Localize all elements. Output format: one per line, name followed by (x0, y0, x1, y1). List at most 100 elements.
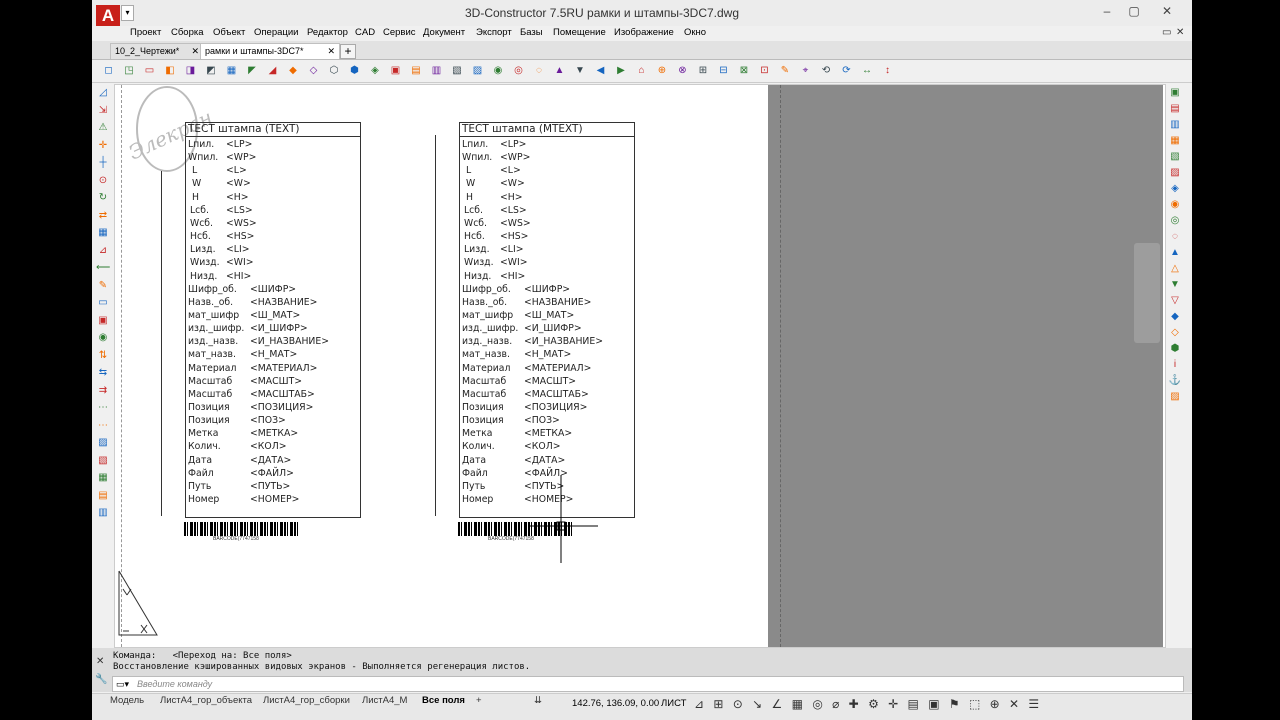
menu-item-assembly[interactable]: Сборка (171, 26, 204, 40)
stamp-text[interactable]: ТЕСТ штампа (TEXT) Lпил. <LP> Wпил. <WP> L <L… (185, 122, 361, 518)
left-tool-button[interactable]: ⇄ (96, 209, 110, 223)
toolbar-button[interactable]: ◢ (266, 64, 279, 77)
toolbar-button[interactable]: ◧ (164, 64, 177, 77)
right-tool-button[interactable]: ⚓ (1168, 374, 1182, 388)
menu-item-project[interactable]: Проект (130, 26, 161, 40)
menu-item-service[interactable]: Сервис (383, 26, 416, 40)
left-tool-button[interactable]: ⚠ (96, 121, 110, 135)
toolbar-button[interactable]: ⊗ (676, 64, 689, 77)
left-tool-button[interactable]: ⇅ (96, 349, 110, 363)
toolbar-button[interactable]: ▭ (143, 64, 156, 77)
toolbar-button[interactable]: ◈ (369, 64, 382, 77)
menu-item-image[interactable]: Изображение (614, 26, 674, 40)
layout-overflow-icon[interactable]: ⇊ (534, 694, 542, 708)
command-input[interactable]: ▭▾ Введите команду (112, 676, 1184, 692)
right-tool-button[interactable]: ▥ (1168, 118, 1182, 132)
right-tool-button[interactable]: ◆ (1168, 310, 1182, 324)
close-doc-icon[interactable]: ✕ (1176, 26, 1184, 40)
menu-item-databases[interactable]: Базы (520, 26, 543, 40)
layout-tab-a4-m[interactable]: ЛистА4_М (362, 694, 407, 708)
left-tool-button[interactable]: ▧ (96, 454, 110, 468)
toolbar-button[interactable]: ▲ (553, 64, 566, 77)
left-tool-button[interactable]: ▤ (96, 489, 110, 503)
left-tool-button[interactable]: ✛ (96, 139, 110, 153)
left-tool-button[interactable]: ⟵ (96, 261, 110, 275)
status-toggle-icons[interactable]: ⊿ ⊞ ⊙ ↘ ∠ ▦ ◎ ⌀ ✚ ⚙ ✛ ▤ ▣ ⚑ ⬚ ⊕ ✕ ☰ (694, 697, 1042, 711)
right-tool-button[interactable]: ▲ (1168, 246, 1182, 260)
right-tool-button[interactable]: ▧ (1168, 150, 1182, 164)
tab-close-icon[interactable]: ✕ (191, 44, 199, 59)
wrench-icon[interactable]: 🔧 (95, 674, 107, 685)
right-tool-button[interactable]: ◌ (1168, 230, 1182, 244)
menu-item-room[interactable]: Помещение (553, 26, 606, 40)
menu-item-operations[interactable]: Операции (254, 26, 298, 40)
menu-item-object[interactable]: Объект (213, 26, 245, 40)
layout-tab-a4-object[interactable]: ЛистА4_гор_объекта (160, 694, 252, 708)
toolbar-button[interactable]: ⊠ (738, 64, 751, 77)
toolbar-button[interactable]: ◩ (205, 64, 218, 77)
toolbar-button[interactable]: ⟳ (840, 64, 853, 77)
toolbar-button[interactable]: ◤ (246, 64, 259, 77)
toolbar-button[interactable]: ◀ (594, 64, 607, 77)
toolbar-button[interactable]: ⟲ (820, 64, 833, 77)
app-logo-icon[interactable]: A (96, 5, 120, 26)
toolbar-button[interactable]: ◇ (307, 64, 320, 77)
right-tool-button[interactable]: ▨ (1168, 166, 1182, 180)
toolbar-button[interactable]: ⊡ (758, 64, 771, 77)
stamp-mtext[interactable]: ТЕСТ штампа (MTEXT) Lпил. <LP> Wпил. <WP> L <… (459, 122, 635, 518)
toolbar-button[interactable]: ◻ (102, 64, 115, 77)
right-tool-button[interactable]: ▤ (1168, 102, 1182, 116)
add-layout-button[interactable]: + (476, 694, 482, 708)
toolbar-button[interactable]: ⌖ (799, 64, 812, 77)
toolbar-button[interactable]: ⬢ (348, 64, 361, 77)
right-tool-button[interactable]: ◈ (1168, 182, 1182, 196)
toolbar-button[interactable]: ▣ (389, 64, 402, 77)
menu-item-editor[interactable]: Редактор (307, 26, 348, 40)
navigation-bar[interactable] (1134, 243, 1160, 343)
toolbar-button[interactable]: ⊕ (656, 64, 669, 77)
toolbar-button[interactable]: ↕ (881, 64, 894, 77)
left-tool-button[interactable]: ⇲ (96, 104, 110, 118)
left-tool-button[interactable]: ↻ (96, 191, 110, 205)
left-tool-button[interactable]: ⇉ (96, 384, 110, 398)
toolbar-button[interactable]: ◨ (184, 64, 197, 77)
toolbar-button[interactable]: ◌ (533, 64, 546, 77)
tab-drawings[interactable]: 10_2_Чертежи* ✕ (110, 43, 204, 59)
menu-item-export[interactable]: Экспорт (476, 26, 512, 40)
menu-item-cad[interactable]: CAD (355, 26, 375, 40)
left-tool-button[interactable]: ▣ (96, 314, 110, 328)
toolbar-button[interactable]: ▶ (615, 64, 628, 77)
left-tool-button[interactable]: ⇆ (96, 366, 110, 380)
left-tool-button[interactable]: ⊿ (96, 244, 110, 258)
toolbar-button[interactable]: ⊟ (717, 64, 730, 77)
layout-tab-a4-assembly[interactable]: ЛистА4_гор_сборки (263, 694, 350, 708)
toolbar-button[interactable]: ▤ (410, 64, 423, 77)
toolbar-button[interactable]: ⌂ (635, 64, 648, 77)
maximize-icon[interactable]: ▢ (1122, 3, 1146, 19)
right-tool-button[interactable]: i (1168, 358, 1182, 372)
toolbar-button[interactable]: ✎ (779, 64, 792, 77)
right-tool-button[interactable]: △ (1168, 262, 1182, 276)
drawing-canvas[interactable]: Элекран ТЕСТ штампа (TEXT) Lпил. <LP> Wпил… (114, 84, 1166, 648)
toolbar-button[interactable]: ◆ (287, 64, 300, 77)
close-icon[interactable]: ✕ (1155, 3, 1179, 19)
right-tool-button[interactable]: ⬢ (1168, 342, 1182, 356)
left-tool-button[interactable]: ▭ (96, 296, 110, 310)
right-tool-button[interactable]: ▨ (1168, 390, 1182, 404)
command-close-icon[interactable]: ✕ (96, 656, 104, 667)
layout-tab-all-fields[interactable]: Все поля (422, 694, 465, 708)
toolbar-button[interactable]: ◎ (512, 64, 525, 77)
left-tool-button[interactable]: ▦ (96, 471, 110, 485)
left-tool-button[interactable]: ▨ (96, 436, 110, 450)
toolbar-button[interactable]: ↔ (861, 64, 874, 77)
left-tool-button[interactable]: ◿ (96, 86, 110, 100)
left-tool-button[interactable]: ┼ (96, 156, 110, 170)
right-tool-button[interactable]: ◉ (1168, 198, 1182, 212)
left-tool-button[interactable]: ⋯ (96, 419, 110, 433)
add-tab-button[interactable]: + (340, 44, 356, 59)
toolbar-button[interactable]: ▥ (430, 64, 443, 77)
tab-close-icon[interactable]: ✕ (327, 44, 335, 59)
left-tool-button[interactable]: ▥ (96, 506, 110, 520)
toolbar-button[interactable]: ⬡ (328, 64, 341, 77)
left-tool-button[interactable]: ✎ (96, 279, 110, 293)
